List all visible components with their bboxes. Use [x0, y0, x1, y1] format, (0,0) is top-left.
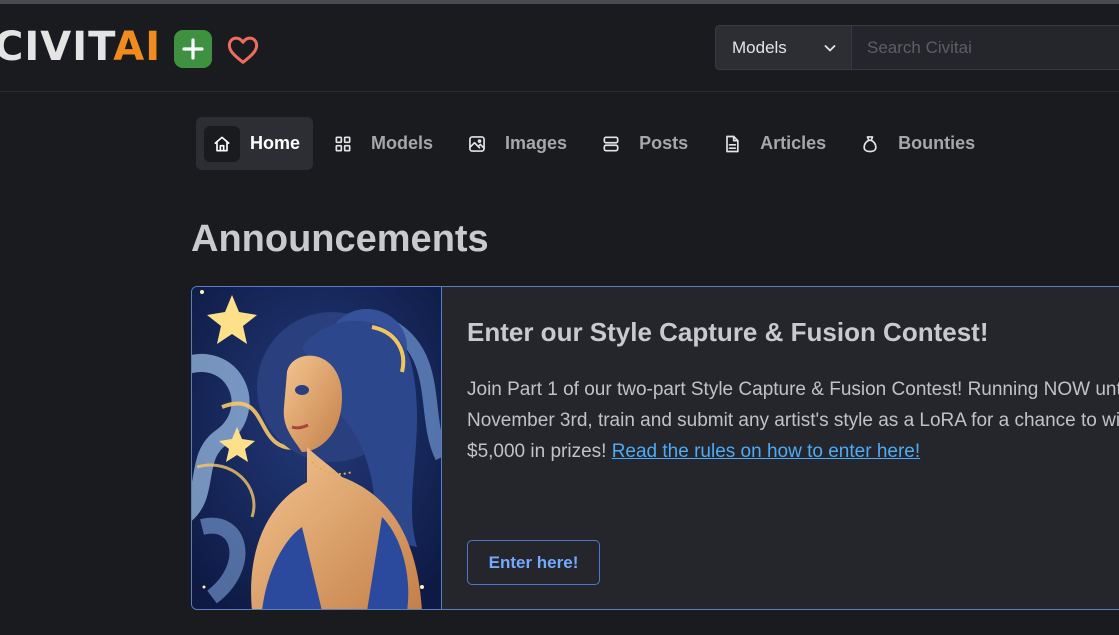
search-type-select[interactable]: Models [715, 25, 852, 70]
nav-item-posts[interactable]: Posts [585, 117, 702, 170]
page-title: Announcements [191, 218, 489, 260]
enter-here-button[interactable]: Enter here! [467, 540, 600, 585]
nav-item-label: Articles [760, 133, 827, 153]
nav-item-images[interactable]: Images [451, 117, 581, 170]
create-button[interactable] [174, 30, 212, 68]
announcement-card: Enter our Style Capture & Fusion Contest… [191, 286, 1119, 610]
search-input[interactable] [852, 25, 1119, 70]
civitai-logo[interactable]: CIVITAI [0, 24, 161, 70]
announcement-image [192, 287, 442, 609]
chevron-down-icon [824, 44, 836, 51]
announcement-content: Enter our Style Capture & Fusion Contest… [467, 315, 1119, 467]
nav-item-models[interactable]: Models [317, 117, 447, 170]
logo-ai-text: AI [113, 24, 162, 70]
nav-item-bounties[interactable]: Bounties [844, 117, 989, 170]
grid-icon [325, 126, 361, 162]
rules-link[interactable]: Read the rules on how to enter here! [612, 441, 920, 462]
support-heart-button[interactable] [225, 34, 261, 66]
header: CIVITAI Models [0, 4, 1119, 92]
stack-icon [593, 126, 629, 162]
nav-item-home[interactable]: Home [196, 117, 314, 170]
nav-item-label: Models [371, 133, 434, 153]
home-icon [204, 125, 240, 162]
moneybag-icon [852, 126, 888, 162]
search-type-value: Models [732, 37, 787, 57]
announcement-text: Join Part 1 of our two-part Style Captur… [467, 374, 1119, 467]
heart-icon [227, 36, 259, 64]
nav-item-articles[interactable]: Articles [706, 117, 840, 170]
announcement-title: Enter our Style Capture & Fusion Contest… [467, 317, 989, 347]
main-nav: Home Models Images Posts Articles Bounti… [196, 117, 993, 170]
file-text-icon [714, 126, 750, 162]
search-bar: Models [715, 25, 1119, 70]
logo-civit-text: CIVIT [0, 24, 114, 70]
photo-icon [459, 126, 495, 162]
nav-item-label: Bounties [898, 133, 976, 153]
plus-icon [182, 38, 204, 60]
nav-item-label: Home [250, 133, 301, 153]
nav-item-label: Images [505, 133, 568, 153]
nav-item-label: Posts [639, 133, 689, 153]
